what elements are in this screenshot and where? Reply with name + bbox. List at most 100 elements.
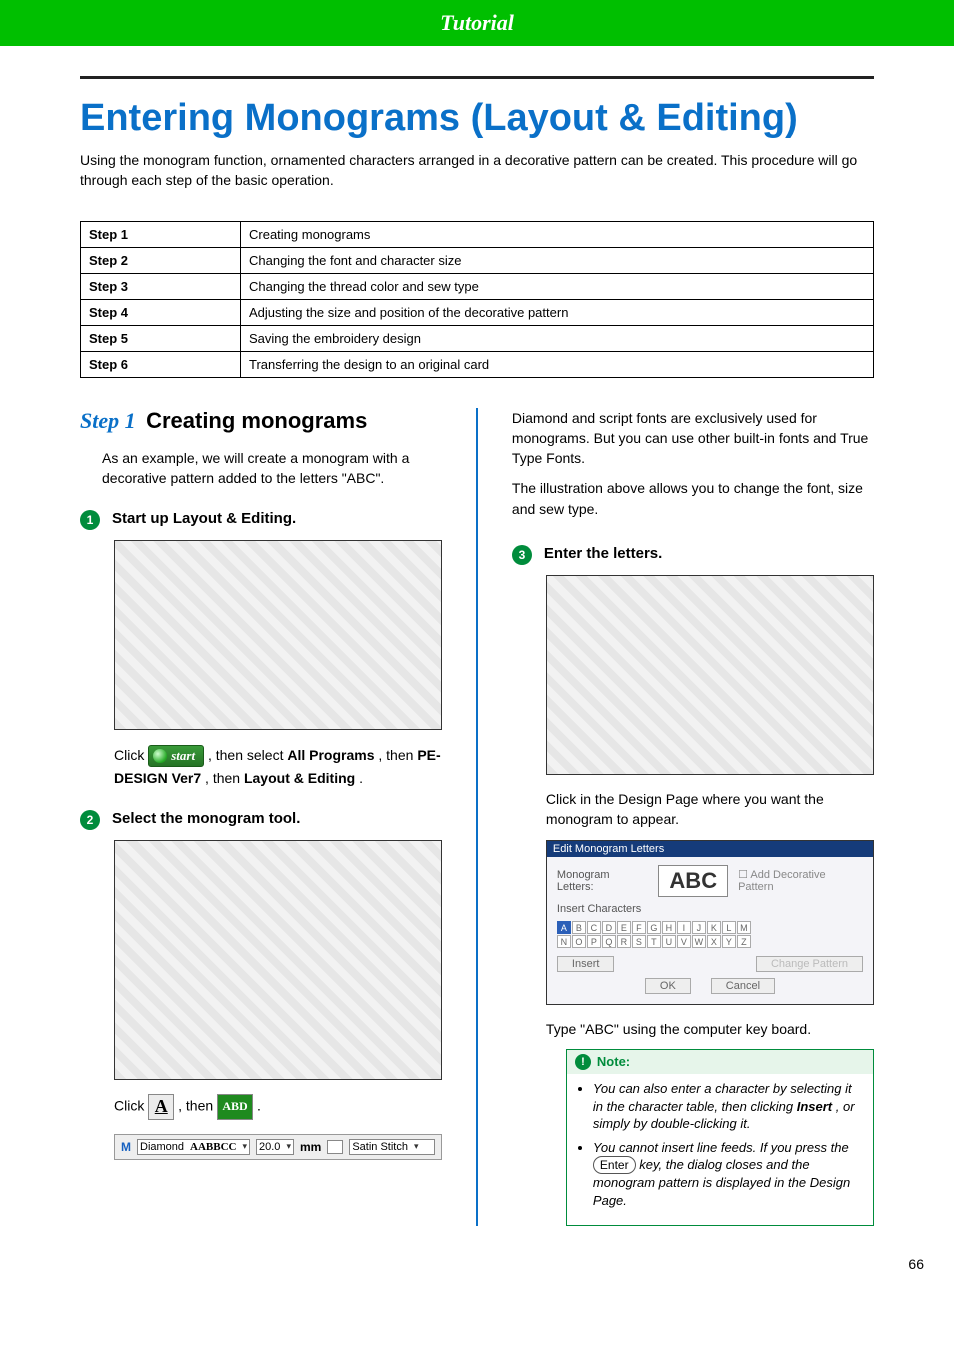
- note-header: ! Note:: [567, 1050, 873, 1074]
- table-row: Step 5Saving the embroidery design: [81, 325, 874, 351]
- char-key: O: [572, 935, 586, 948]
- char-key: X: [707, 935, 721, 948]
- font-size-select: 20.0: [256, 1139, 294, 1155]
- windows-start-button: start: [148, 745, 204, 767]
- desc-cell: Transferring the design to an original c…: [241, 351, 874, 377]
- ok-button: OK: [645, 978, 691, 994]
- desc-cell: Adjusting the size and position of the d…: [241, 299, 874, 325]
- txt: , then: [205, 770, 244, 786]
- desc-cell: Saving the embroidery design: [241, 325, 874, 351]
- add-pattern-checkbox: ☐ Add Decorative Pattern: [738, 868, 863, 893]
- table-row: Step 4Adjusting the size and position of…: [81, 299, 874, 325]
- table-row: Step 6Transferring the design to an orig…: [81, 351, 874, 377]
- sub1-body: Click start , then select All Programs ,…: [114, 540, 442, 790]
- txt: , then: [178, 1098, 217, 1114]
- dialog-title: Edit Monogram Letters: [547, 841, 873, 857]
- char-key: E: [617, 921, 631, 934]
- char-key: S: [632, 935, 646, 948]
- char-key: M: [737, 921, 751, 934]
- desc-cell: Creating monograms: [241, 221, 874, 247]
- insert-characters-label: Insert Characters: [557, 903, 863, 915]
- sub3-number: 3: [512, 545, 532, 565]
- edit-monogram-dialog: Edit Monogram Letters Monogram Letters: …: [546, 840, 874, 1005]
- desc-cell: Changing the font and character size: [241, 247, 874, 273]
- sub2-row: 2 Select the monogram tool.: [80, 810, 442, 830]
- table-row: Step 1Creating monograms: [81, 221, 874, 247]
- char-key: P: [587, 935, 601, 948]
- note-title: Note:: [597, 1054, 630, 1069]
- char-key: F: [632, 921, 646, 934]
- right-intro-2: The illustration above allows you to cha…: [512, 478, 874, 519]
- sub2-title: Select the monogram tool.: [112, 810, 300, 827]
- sub3-title: Enter the letters.: [544, 545, 662, 562]
- two-column-layout: Step 1 Creating monograms As an example,…: [80, 408, 874, 1227]
- column-divider: [476, 408, 478, 1227]
- char-key: Z: [737, 935, 751, 948]
- character-grid: ABCDEFGHIJKLMNOPQRSTUVWXYZ: [557, 921, 863, 948]
- step-cell: Step 2: [81, 247, 241, 273]
- char-key: J: [692, 921, 706, 934]
- txt: , then select: [208, 747, 287, 763]
- char-key: U: [662, 935, 676, 948]
- note-item-1: You can also enter a character by select…: [593, 1080, 861, 1133]
- sub2-number: 2: [80, 810, 100, 830]
- step1-label: Step 1: [80, 408, 136, 433]
- char-key: V: [677, 935, 691, 948]
- txt: .: [359, 770, 363, 786]
- layout-editing-label: Layout & Editing: [244, 770, 355, 786]
- txt: Click: [114, 1098, 148, 1114]
- char-key: L: [722, 921, 736, 934]
- char-key: C: [587, 921, 601, 934]
- color-swatch: [327, 1140, 343, 1154]
- txt: Click: [114, 747, 148, 763]
- tutorial-header: Tutorial: [0, 0, 954, 46]
- sub2-body: Click A , then ABD . M Diamond AABBCC 20…: [114, 840, 442, 1160]
- txt: .: [257, 1098, 261, 1114]
- note-icon: !: [575, 1054, 591, 1070]
- app-screenshot: [114, 840, 442, 1080]
- dialog-btn-row-2: OK Cancel: [557, 978, 863, 994]
- right-column: Diamond and script fonts are exclusively…: [512, 408, 874, 1227]
- page-title: Entering Monograms (Layout & Editing): [80, 97, 874, 140]
- char-key: Q: [602, 935, 616, 948]
- desc-cell: Changing the thread color and sew type: [241, 273, 874, 299]
- step1-header: Step 1 Creating monograms: [80, 408, 442, 434]
- step-cell: Step 6: [81, 351, 241, 377]
- sub3-click-text: Click in the Design Page where you want …: [546, 789, 874, 830]
- sub1-click-text: Click start , then select All Programs ,…: [114, 744, 442, 790]
- note-item-2: You cannot insert line feeds. If you pre…: [593, 1139, 861, 1210]
- table-row: Step 3Changing the thread color and sew …: [81, 273, 874, 299]
- font-toolbar: M Diamond AABBCC 20.0 mm Satin Stitch: [114, 1134, 442, 1160]
- all-programs-label: All Programs: [287, 747, 374, 763]
- monogram-letters-label: Monogram Letters:: [557, 869, 649, 893]
- insert-button: Insert: [557, 956, 615, 972]
- step-cell: Step 4: [81, 299, 241, 325]
- sub2-click-text: Click A , then ABD .: [114, 1094, 442, 1120]
- sub1-number: 1: [80, 510, 100, 530]
- type-abc-text: Type "ABC" using the computer key board.: [546, 1019, 874, 1039]
- note-body: You can also enter a character by select…: [567, 1074, 873, 1225]
- top-rule: [80, 76, 874, 79]
- sub3-body: Click in the Design Page where you want …: [546, 575, 874, 1226]
- txt: , then: [378, 747, 417, 763]
- char-key: G: [647, 921, 661, 934]
- steps-table: Step 1Creating monogramsStep 2Changing t…: [80, 221, 874, 378]
- m-color-icon: M: [121, 1140, 131, 1154]
- char-key: K: [707, 921, 721, 934]
- page-number: 66: [0, 1246, 954, 1292]
- start-menu-screenshot: [114, 540, 442, 730]
- cancel-button: Cancel: [711, 978, 775, 994]
- abd-tool-icon: ABD: [217, 1094, 253, 1120]
- unit-label: mm: [300, 1140, 321, 1154]
- char-key: H: [662, 921, 676, 934]
- step1-title: Creating monograms: [146, 408, 367, 433]
- page-content: Entering Monograms (Layout & Editing) Us…: [0, 46, 954, 1246]
- char-key: B: [572, 921, 586, 934]
- char-key: I: [677, 921, 691, 934]
- char-key: R: [617, 935, 631, 948]
- intro-text: Using the monogram function, ornamented …: [80, 150, 874, 191]
- left-column: Step 1 Creating monograms As an example,…: [80, 408, 442, 1160]
- stitch-select: Satin Stitch: [349, 1139, 435, 1155]
- sub1-row: 1 Start up Layout & Editing.: [80, 510, 442, 530]
- right-intro-1: Diamond and script fonts are exclusively…: [512, 408, 874, 469]
